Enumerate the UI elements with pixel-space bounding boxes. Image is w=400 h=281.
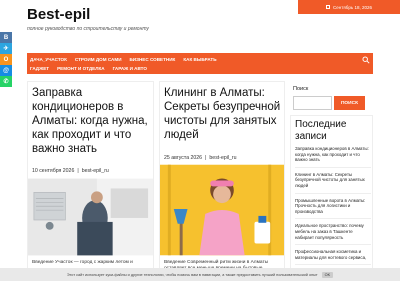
recent-post-link[interactable]: Профессиональная косметика и материалы д… [295,249,371,266]
post-meta: 10 сентября 2026 | best-epil_ru [32,168,109,174]
search-input[interactable] [293,96,332,110]
site-header: Best-epil полное руководство по строител… [0,0,400,52]
current-date: Сентябрь 18, 2026 [333,4,372,10]
recent-post-link[interactable]: Заправка кондиционеров в Алматы: когда н… [295,146,371,168]
post-card: Заправка кондиционеров в Алматы: когда н… [27,81,154,276]
post-image[interactable] [28,178,153,256]
nav-item-dacha[interactable]: Дача_участок [30,57,67,62]
recent-post-link[interactable]: Промышленные ворота в Алматы: Прочность … [295,198,371,220]
main-navigation: Дача_участок Строим дом сами Бизнес сове… [27,53,373,74]
cookie-banner: Этот сайт использует куки-файлы и другие… [0,268,400,281]
recent-posts-title: Последние записи [295,119,347,142]
date-bar: Сентябрь 18, 2026 [298,0,400,14]
telegram-icon[interactable]: ✈ [0,43,12,54]
cookie-text: Этот сайт использует куки-файлы и другие… [66,272,318,277]
site-description: полное руководство по строительству и ре… [27,26,149,32]
nav-row-2: Гаджет Ремонт и отделка Гараж и авто [30,63,147,73]
nav-item-garage[interactable]: Гараж и авто [113,66,147,71]
moimir-icon[interactable]: @ [0,65,12,76]
calendar-icon [326,5,331,9]
post-author[interactable]: best-epil_ru [209,155,236,161]
search-label: Поиск [293,86,309,92]
nav-item-repair[interactable]: Ремонт и отделка [57,66,104,71]
nav-item-business[interactable]: Бизнес советник [130,57,176,62]
post-excerpt: Введение Участок — город с жарким летом … [32,260,133,265]
recent-posts-widget: Последние записи Заправка кондиционеров … [290,115,373,281]
nav-item-how-to-choose[interactable]: Как выбрать [183,57,216,62]
odnoklassniki-icon[interactable]: О [0,54,12,65]
whatsapp-icon[interactable]: ✆ [0,76,12,87]
author-icon: | [205,155,207,161]
search-button[interactable]: ПОИСК [334,96,365,110]
vk-icon[interactable]: В [0,32,12,43]
social-share-bar: В ✈ О @ ✆ [0,32,12,87]
post-title[interactable]: Заправка кондиционеров в Алматы: когда н… [32,86,150,156]
author-icon: | [77,168,79,174]
site-title[interactable]: Best-epil [27,6,90,23]
nav-item-gadget[interactable]: Гаджет [30,66,49,71]
search-icon[interactable] [362,56,370,64]
recent-post-link[interactable]: Клининг в Алматы: Секреты безупречной чи… [295,172,371,194]
post-image[interactable] [160,164,284,256]
post-author[interactable]: best-epil_ru [82,168,109,174]
cookie-ok-button[interactable]: OK [321,271,334,278]
recent-post-link[interactable]: Идеальное пространство: почему мебель на… [295,223,371,246]
post-title[interactable]: Клининг в Алматы: Секреты безупречной чи… [164,86,282,142]
post-meta: 25 августа 2026 | best-epil_ru [164,155,237,161]
post-card: Клининг в Алматы: Секреты безупречной чи… [159,81,285,276]
post-date: 10 сентября 2026 [32,168,75,174]
post-date: 25 августа 2026 [164,155,203,161]
nav-item-build-house[interactable]: Строим дом сами [75,57,122,62]
recent-posts-list: Заправка кондиционеров в Алматы: когда н… [295,146,371,269]
